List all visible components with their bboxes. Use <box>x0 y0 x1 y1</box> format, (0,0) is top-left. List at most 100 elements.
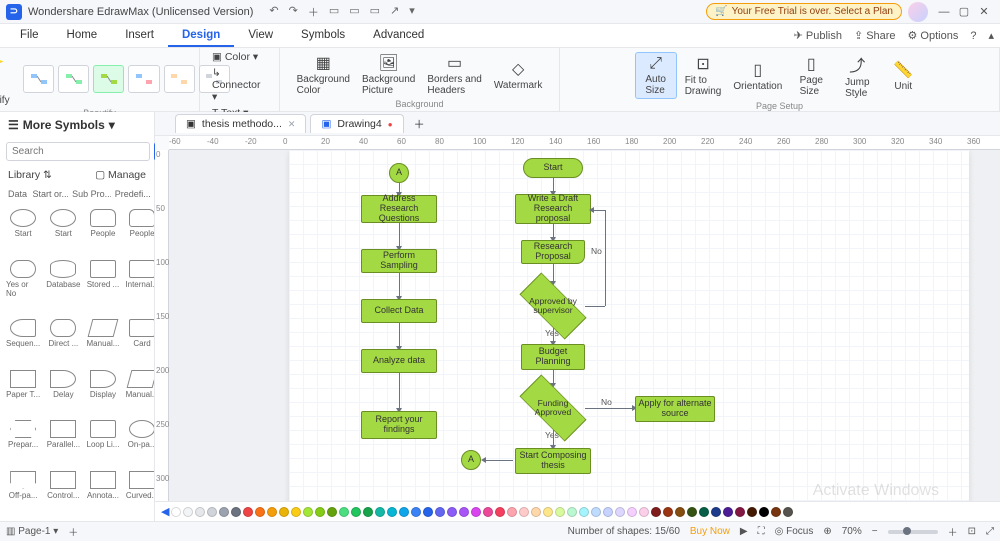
color-swatch[interactable] <box>507 507 517 517</box>
color-swatch[interactable] <box>459 507 469 517</box>
fit-to-drawing-button[interactable]: ⊡Fit to Drawing <box>681 52 726 99</box>
shape-stencil[interactable]: Yes or No <box>4 258 42 316</box>
connector-node[interactable]: A <box>461 450 481 470</box>
color-swatch[interactable] <box>651 507 661 517</box>
color-swatch[interactable] <box>531 507 541 517</box>
filter-tab[interactable]: Predefi... <box>111 187 150 201</box>
more-icon[interactable]: ▾ <box>409 4 415 20</box>
shape-stencil[interactable]: Start <box>4 207 42 256</box>
save-icon[interactable]: ▭ <box>349 4 359 20</box>
color-swatch[interactable] <box>735 507 745 517</box>
search-input[interactable] <box>6 142 150 161</box>
decision-node[interactable]: Approved by supervisor <box>521 284 585 328</box>
style-preset-4[interactable] <box>128 65 159 93</box>
color-swatch[interactable] <box>339 507 349 517</box>
color-swatch[interactable] <box>627 507 637 517</box>
zoom-fit-icon[interactable]: ⊕ <box>823 526 831 537</box>
color-swatch[interactable] <box>711 507 721 517</box>
filter-tab[interactable]: Start or... <box>28 187 68 201</box>
shape-stencil[interactable]: Sequen... <box>4 317 42 366</box>
process-node[interactable]: Collect Data <box>361 299 437 323</box>
color-swatch[interactable] <box>555 507 565 517</box>
shape-stencil[interactable]: Paper T... <box>4 368 42 417</box>
drawing-page[interactable]: A Address Research Questions Perform Sam… <box>289 150 969 501</box>
publish-button[interactable]: ✈Publish <box>794 29 842 42</box>
color-swatch[interactable] <box>315 507 325 517</box>
help-button[interactable]: ? <box>970 30 976 42</box>
new-icon[interactable]: ＋ <box>308 4 319 20</box>
color-swatch[interactable] <box>183 507 193 517</box>
color-swatch[interactable] <box>519 507 529 517</box>
color-swatch[interactable] <box>435 507 445 517</box>
export-icon[interactable]: ↗ <box>390 4 399 20</box>
add-page-button[interactable]: ＋ <box>68 524 78 539</box>
color-swatch[interactable] <box>615 507 625 517</box>
color-swatch[interactable] <box>747 507 757 517</box>
color-swatch[interactable] <box>495 507 505 517</box>
color-swatch[interactable] <box>639 507 649 517</box>
shape-stencil[interactable]: On-pa... <box>123 418 154 467</box>
trial-banner[interactable]: 🛒 Your Free Trial is over. Select a Plan <box>706 3 902 20</box>
background-color-button[interactable]: ▦Background Color <box>293 51 354 98</box>
color-swatch[interactable] <box>675 507 685 517</box>
shape-stencil[interactable]: Internal... <box>123 258 154 316</box>
color-swatch[interactable] <box>219 507 229 517</box>
shape-stencil[interactable]: Loop Li... <box>85 418 122 467</box>
color-swatch[interactable] <box>243 507 253 517</box>
color-swatch[interactable] <box>255 507 265 517</box>
palette-prev-icon[interactable]: ◀ <box>161 505 169 518</box>
orientation-button[interactable]: ▯Orientation <box>729 58 786 94</box>
redo-icon[interactable]: ↷ <box>289 4 298 20</box>
color-swatch[interactable] <box>375 507 385 517</box>
shape-stencil[interactable]: Database <box>44 258 82 316</box>
shape-stencil[interactable]: Off-pa... <box>4 469 42 518</box>
style-preset-2[interactable] <box>58 65 89 93</box>
minimize-button[interactable]: — <box>934 6 954 18</box>
color-swatch[interactable] <box>567 507 577 517</box>
fullscreen-icon[interactable]: ⛶ <box>758 526 765 537</box>
color-swatch[interactable] <box>279 507 289 517</box>
color-swatch[interactable] <box>603 507 613 517</box>
shape-stencil[interactable]: Display <box>85 368 122 417</box>
color-swatch[interactable] <box>483 507 493 517</box>
user-avatar[interactable] <box>908 2 928 22</box>
expand-icon[interactable]: ⤢ <box>986 526 994 537</box>
start-node[interactable]: Start <box>523 158 583 178</box>
color-swatch[interactable] <box>195 507 205 517</box>
close-button[interactable]: ✕ <box>974 5 994 18</box>
color-swatch[interactable] <box>231 507 241 517</box>
document-tab[interactable]: ▣ Drawing4 <box>310 114 403 133</box>
color-swatch[interactable] <box>723 507 733 517</box>
shape-stencil[interactable]: Curved... <box>123 469 154 518</box>
color-swatch[interactable] <box>783 507 793 517</box>
shape-stencil[interactable]: Annota... <box>85 469 122 518</box>
process-node[interactable]: Address Research Questions <box>361 195 437 223</box>
share-button[interactable]: ⇪Share <box>854 29 896 42</box>
manage-button[interactable]: ▢ Manage <box>95 169 146 181</box>
color-swatch[interactable] <box>663 507 673 517</box>
shape-stencil[interactable]: Stored ... <box>85 258 122 316</box>
zoom-slider[interactable] <box>888 530 938 534</box>
color-swatch[interactable] <box>699 507 709 517</box>
color-swatch[interactable] <box>171 507 181 517</box>
workspace[interactable]: A Address Research Questions Perform Sam… <box>169 150 1000 501</box>
process-node[interactable]: Perform Sampling <box>361 249 437 273</box>
decision-node[interactable]: Funding Approved <box>521 386 585 430</box>
page-size-button[interactable]: ▯Page Size <box>790 52 832 99</box>
color-swatch[interactable] <box>447 507 457 517</box>
color-swatch[interactable] <box>303 507 313 517</box>
menu-tab-view[interactable]: View <box>234 25 287 47</box>
menu-tab-advanced[interactable]: Advanced <box>359 25 438 47</box>
filter-tab[interactable]: Data <box>4 187 28 201</box>
style-preset-1[interactable] <box>23 65 54 93</box>
watermark-button[interactable]: ◇Watermark <box>490 57 547 93</box>
connector-dropdown[interactable]: ↳ Connector ▾ <box>210 66 269 104</box>
unit-button[interactable]: 📏Unit <box>882 58 924 94</box>
borders-headers-button[interactable]: ▭Borders and Headers <box>423 51 485 98</box>
style-preset-5[interactable] <box>164 65 195 93</box>
color-swatch[interactable] <box>387 507 397 517</box>
shape-stencil[interactable]: Card <box>123 317 154 366</box>
style-preset-3[interactable] <box>93 65 124 93</box>
color-swatch[interactable] <box>267 507 277 517</box>
color-swatch[interactable] <box>579 507 589 517</box>
